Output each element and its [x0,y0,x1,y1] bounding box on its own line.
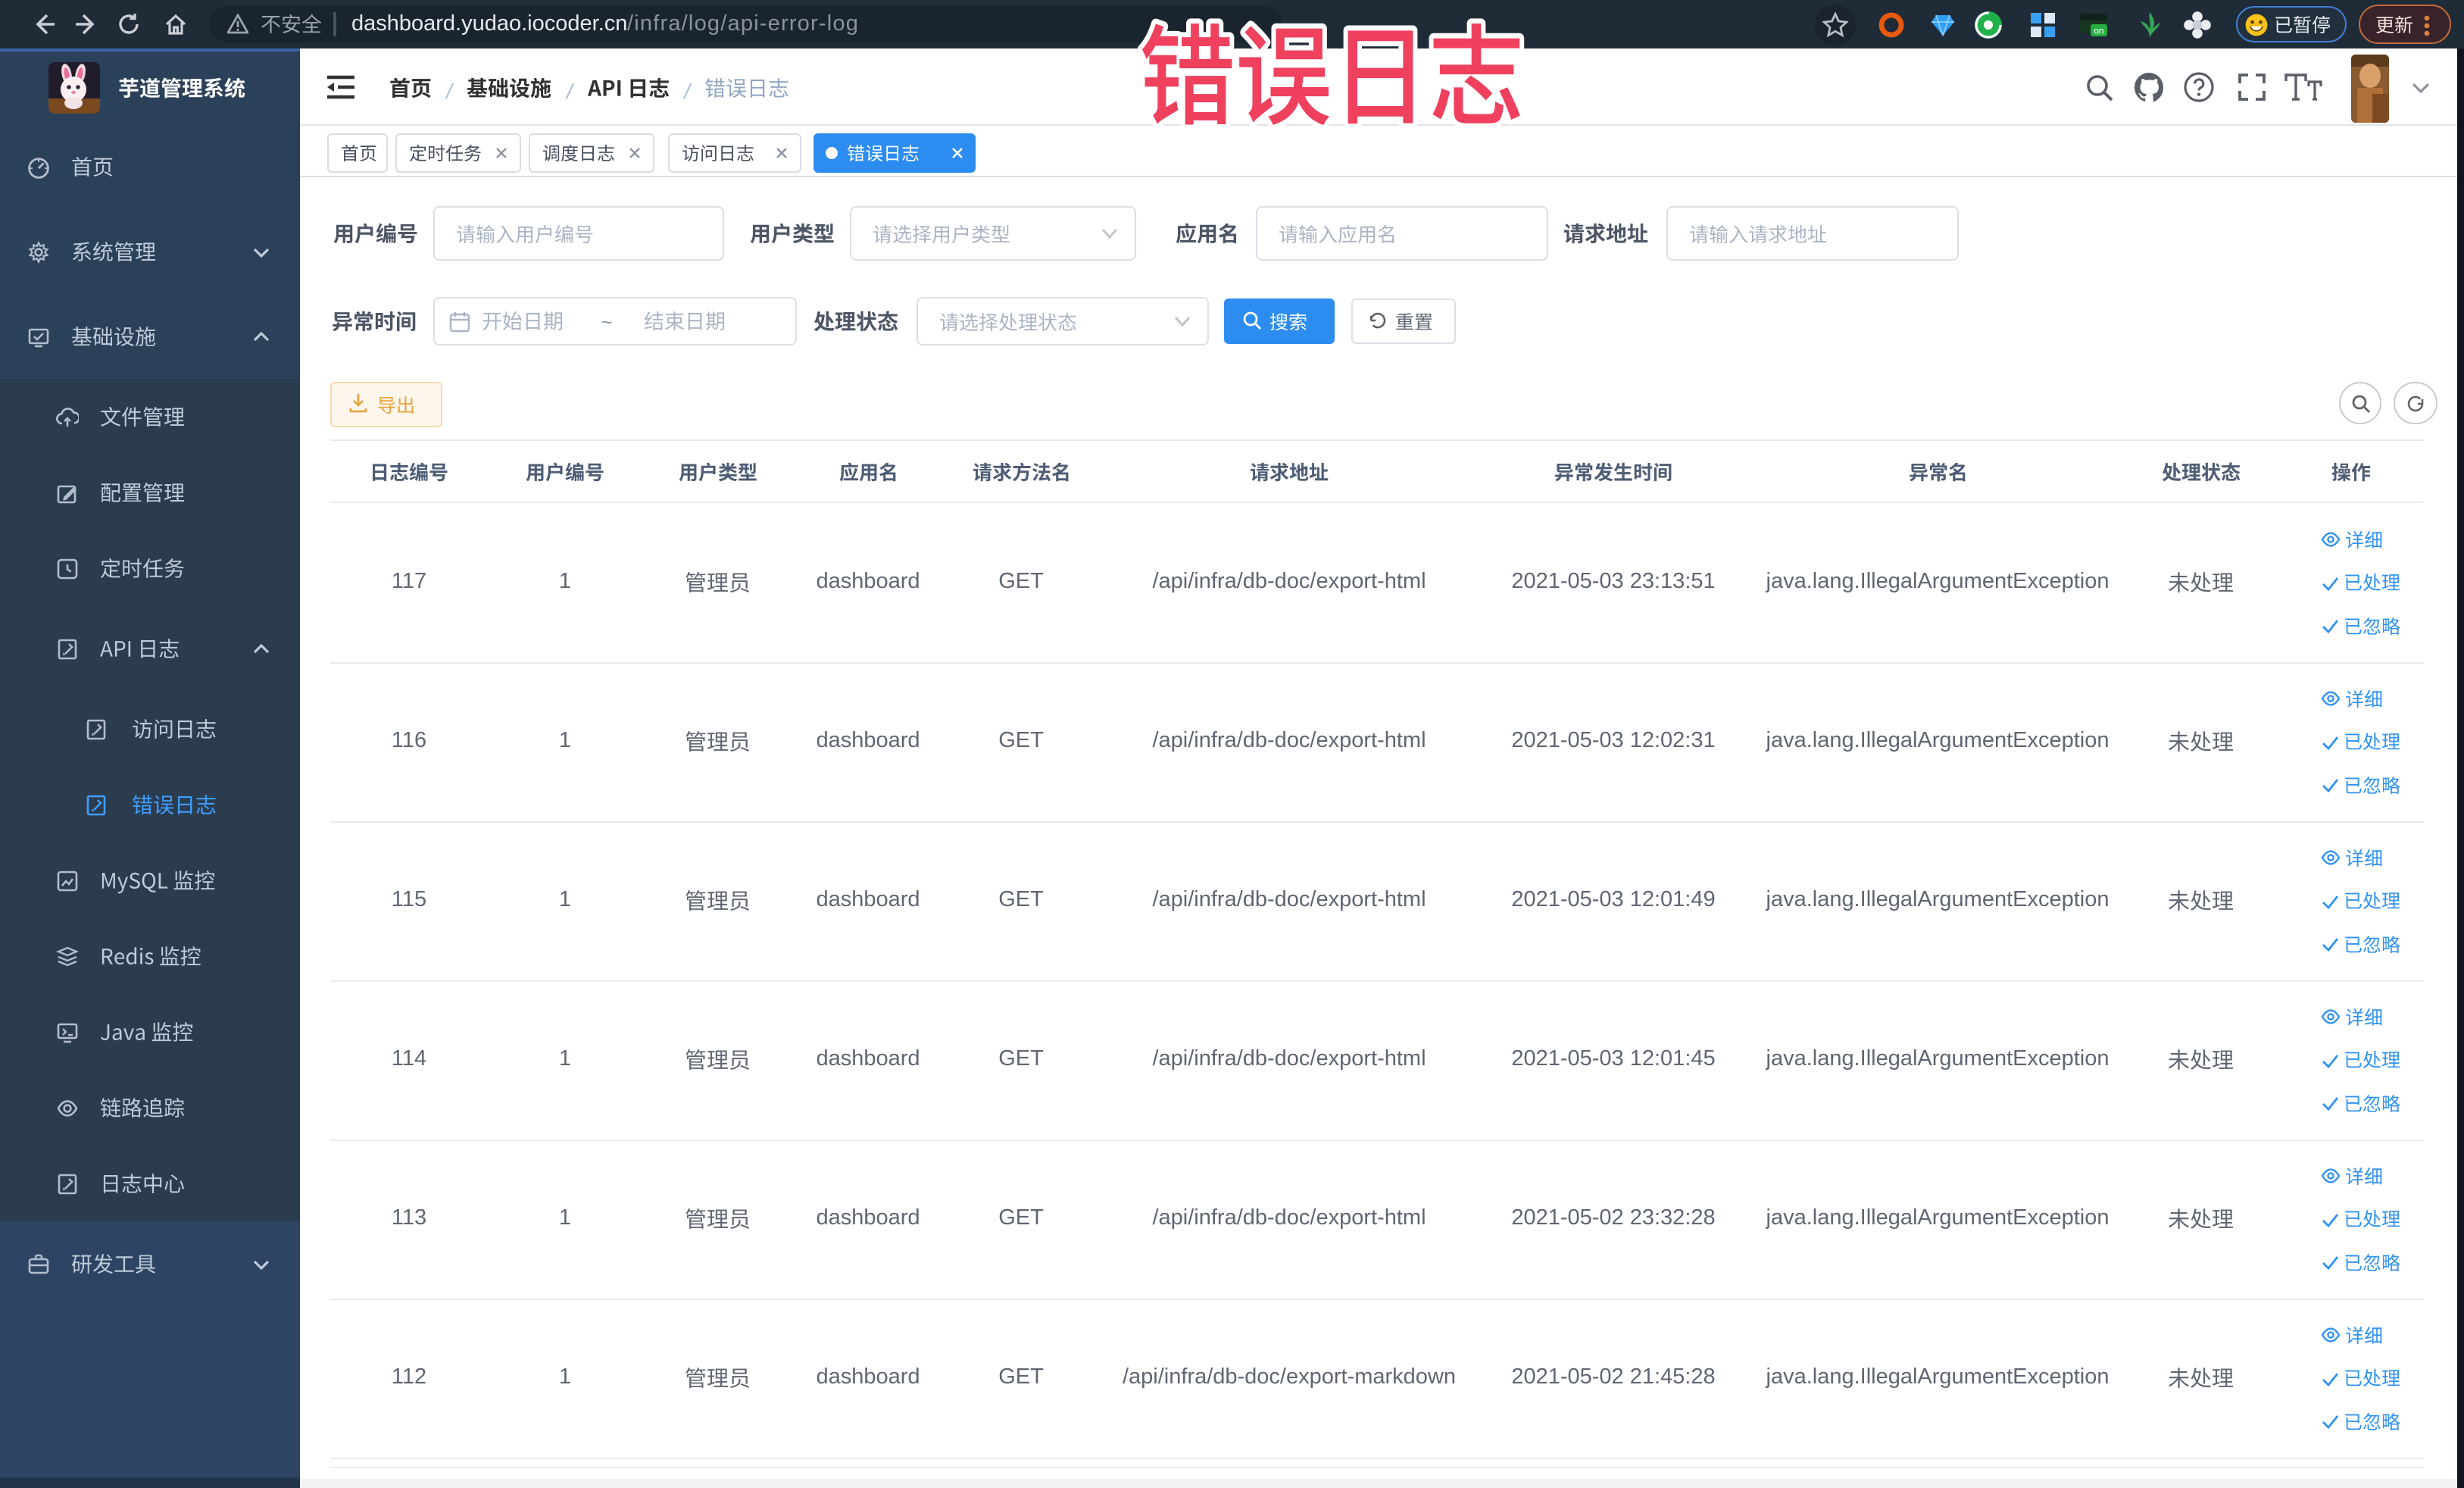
svg-text:on: on [2094,25,2103,36]
